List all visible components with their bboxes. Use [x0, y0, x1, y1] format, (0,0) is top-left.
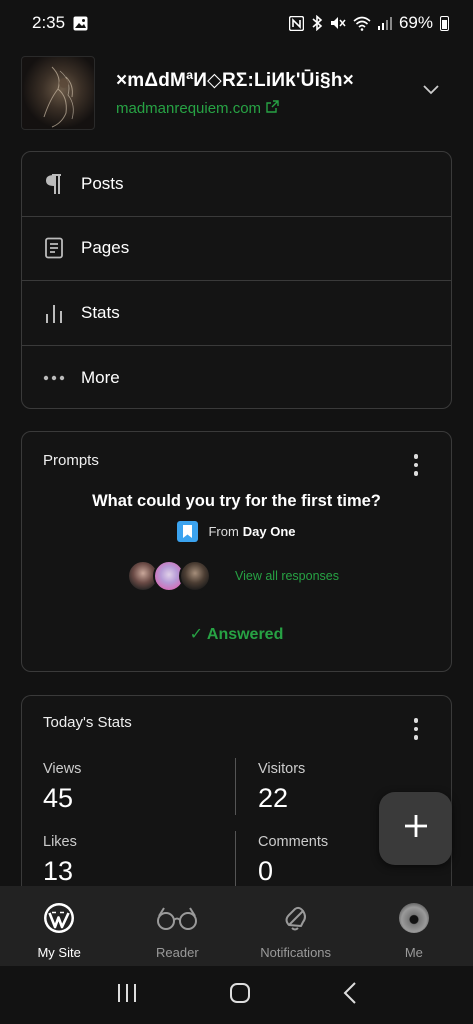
site-header[interactable]: ×mΔdMªИ◇RΣ:LiИk'Ūi§h× madmanrequiem.com: [21, 56, 453, 130]
nfc-icon: [288, 15, 304, 31]
menu-item-stats[interactable]: Stats: [22, 281, 451, 346]
stat-label: Visitors: [258, 761, 306, 777]
menu-item-posts[interactable]: Posts: [22, 152, 451, 217]
menu-item-more[interactable]: More: [22, 346, 451, 411]
tab-label: Reader: [156, 945, 199, 960]
battery-icon: [440, 15, 449, 31]
paragraph-icon: [43, 173, 65, 195]
stat-label: Comments: [258, 834, 329, 850]
menu-item-label: Stats: [81, 302, 120, 322]
prompts-card: Prompts What could you try for the first…: [21, 431, 452, 672]
bottom-tab-bar: My Site Reader Notifications Me: [0, 886, 473, 966]
stat-value: 0: [258, 856, 274, 886]
menu-item-label: More: [81, 367, 120, 387]
site-url-text[interactable]: madmanrequiem.com: [116, 100, 261, 117]
view-all-responses-link[interactable]: View all responses: [235, 569, 339, 583]
wifi-icon: [353, 16, 371, 31]
signal-icon: [377, 16, 392, 30]
tab-label: Me: [404, 945, 423, 960]
menu-item-label: Posts: [81, 173, 124, 193]
responses-row[interactable]: View all responses: [127, 560, 339, 592]
stat-value: 13: [43, 856, 74, 886]
recent-apps-button[interactable]: [116, 983, 138, 1008]
tab-label: My Site: [37, 945, 81, 960]
stat-value: 45: [43, 783, 74, 813]
stat-views[interactable]: Views 45: [43, 761, 81, 814]
site-url-link[interactable]: madmanrequiem.com: [116, 100, 453, 117]
more-icon: [43, 367, 65, 389]
answered-status[interactable]: ✓ Answered: [22, 624, 451, 644]
prompts-menu-icon[interactable]: [413, 454, 419, 476]
tab-reader[interactable]: Reader: [118, 886, 236, 966]
wordpress-icon: [43, 902, 75, 933]
create-fab-button[interactable]: [379, 792, 452, 865]
stat-label: Views: [43, 761, 82, 777]
day-one-icon: [177, 521, 199, 542]
mute-icon: [330, 15, 346, 31]
site-icon[interactable]: [21, 56, 95, 130]
system-nav-bar: [0, 966, 473, 1024]
stats-menu-icon[interactable]: [413, 718, 419, 740]
menu-item-pages[interactable]: Pages: [22, 217, 451, 281]
glasses-icon: [155, 902, 199, 933]
stat-comments[interactable]: Comments 0: [258, 834, 328, 887]
tab-my-site[interactable]: My Site: [0, 886, 118, 966]
avatar: [179, 560, 211, 592]
stats-icon: [43, 302, 65, 324]
stat-divider: [235, 831, 236, 891]
status-bar: 2:35 69%: [0, 0, 473, 46]
plus-icon: [403, 813, 429, 844]
gallery-icon: [73, 16, 88, 31]
stat-divider: [235, 758, 236, 815]
back-button[interactable]: [343, 981, 357, 1009]
battery-percent: 69%: [398, 13, 433, 32]
status-time: 2:35: [32, 13, 66, 32]
stat-value: 22: [258, 783, 289, 813]
page-icon: [43, 237, 65, 259]
stats-header: Today's Stats: [43, 714, 132, 731]
home-button[interactable]: [229, 982, 251, 1009]
bluetooth-icon: [311, 15, 323, 31]
menu-item-label: Pages: [81, 238, 130, 258]
source-name: Day One: [242, 524, 296, 539]
prompt-question: What could you try for the first time?: [92, 492, 381, 510]
stat-visitors[interactable]: Visitors 22: [258, 761, 305, 814]
external-link-icon[interactable]: [266, 100, 279, 117]
me-avatar: [398, 902, 429, 933]
stat-label: Likes: [43, 834, 77, 850]
prompts-header: Prompts: [43, 452, 99, 469]
tab-notifications[interactable]: Notifications: [237, 886, 355, 966]
stat-likes[interactable]: Likes 13: [43, 834, 77, 887]
bell-icon: [281, 902, 311, 933]
tab-label: Notifications: [260, 945, 332, 960]
chevron-down-icon[interactable]: [423, 82, 439, 100]
site-menu-card: Posts Pages Stats More: [21, 151, 452, 409]
site-title: ×mΔdMªИ◇RΣ:LiИk'Ūi§h×: [116, 70, 354, 91]
source-prefix: From: [208, 524, 239, 539]
tab-me[interactable]: Me: [355, 886, 473, 966]
prompt-source: From Day One: [22, 521, 451, 542]
